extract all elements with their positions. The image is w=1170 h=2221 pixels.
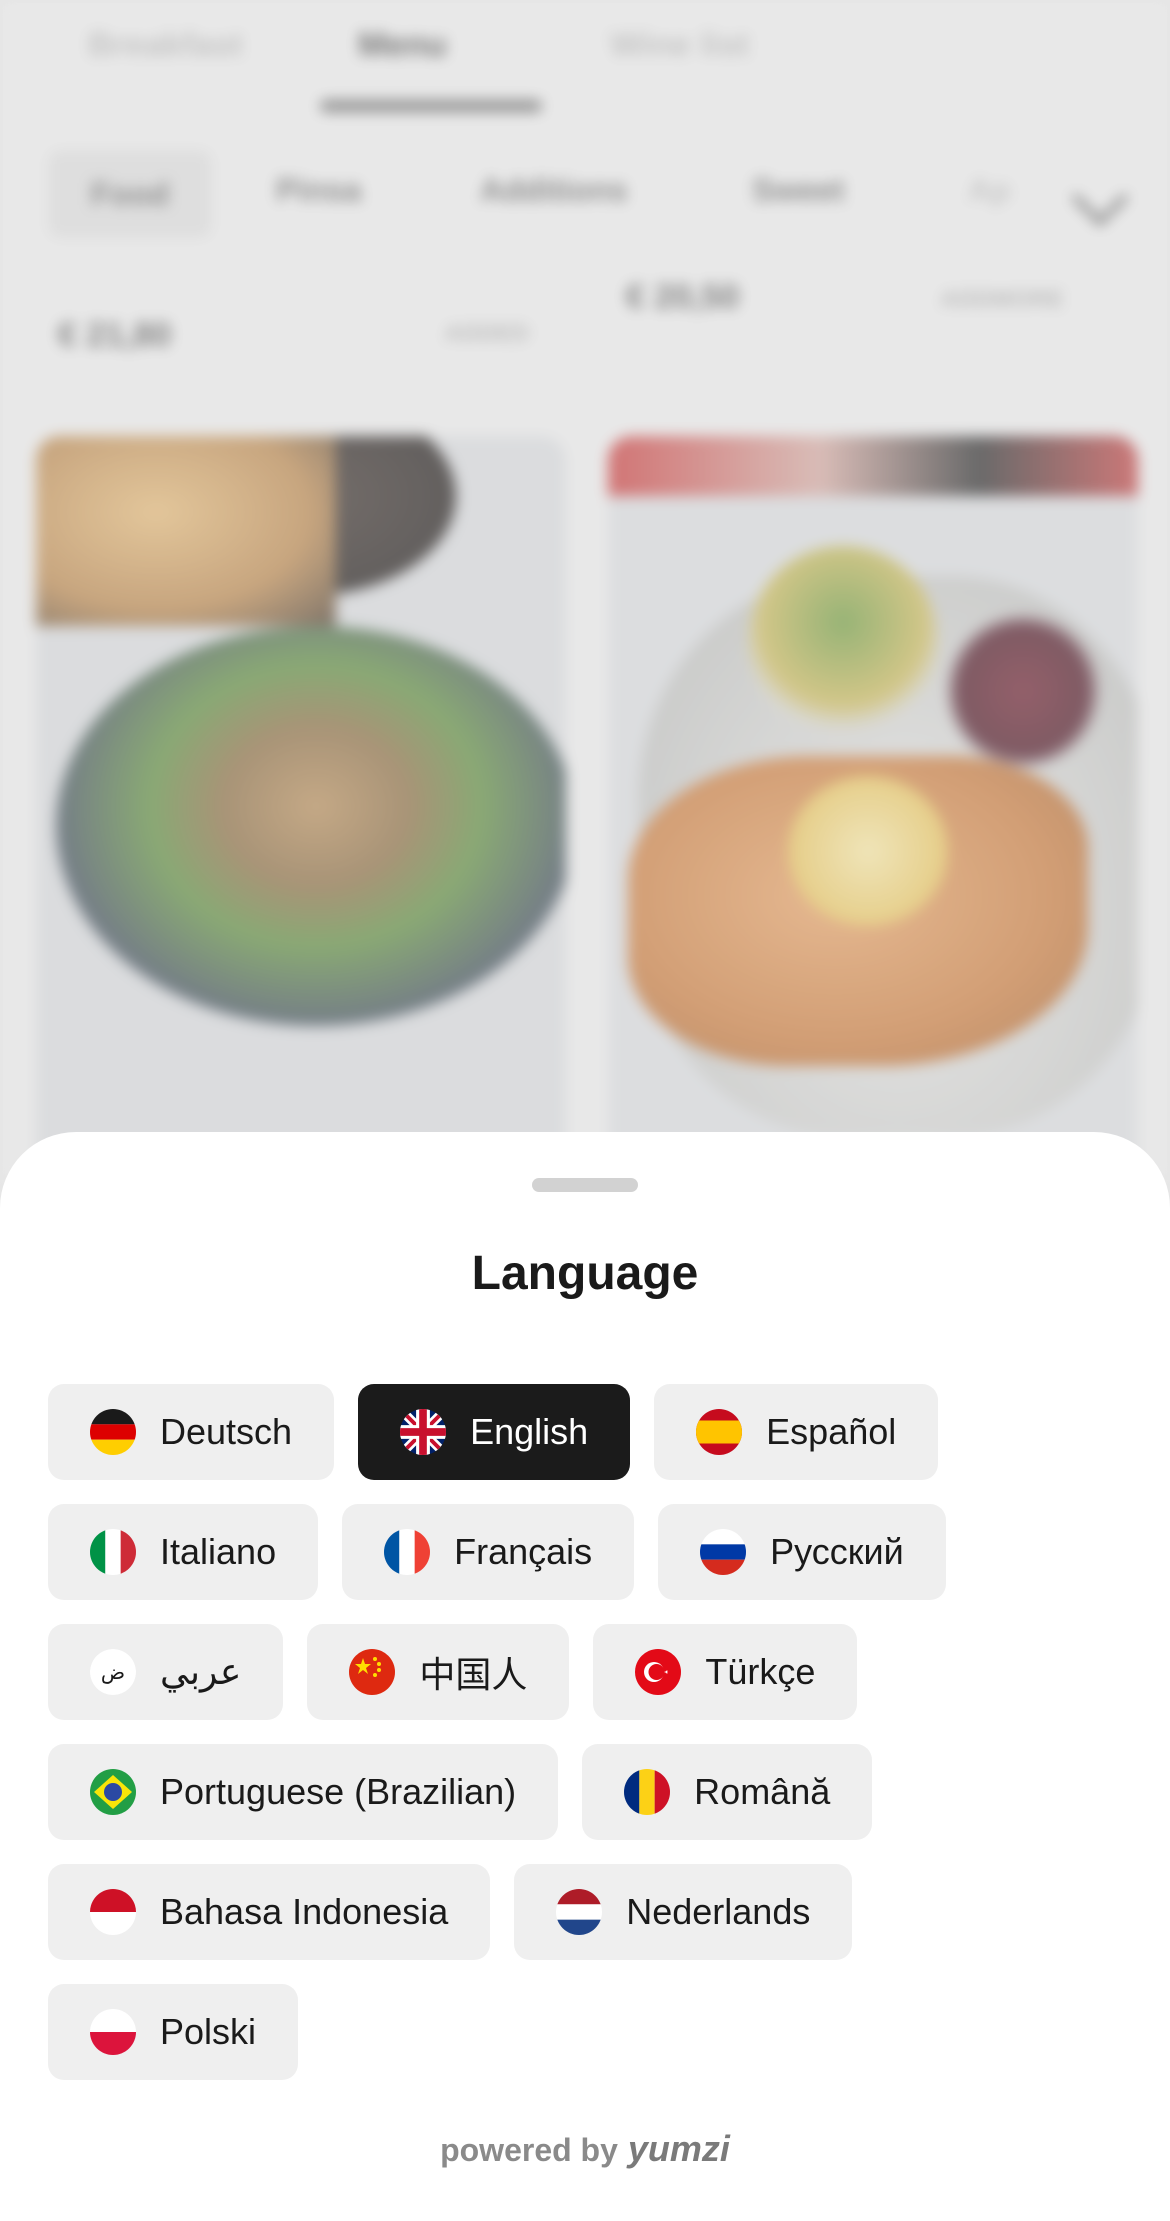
language-label: Italiano <box>160 1531 277 1572</box>
language-label: Nederlands <box>626 1891 811 1932</box>
language-option-russian[interactable]: Русский <box>658 1504 946 1600</box>
it-flag-icon <box>90 1529 136 1575</box>
backdrop-overlay[interactable] <box>0 0 1170 1180</box>
sheet-title: Language <box>471 1247 699 1300</box>
language-label: 中国人 <box>419 1654 528 1695</box>
language-option-bahasa-indonesia[interactable]: Bahasa Indonesia <box>48 1864 491 1960</box>
de-flag-icon <box>90 1409 136 1455</box>
powered-by-label: powered by <box>440 2132 618 2168</box>
language-label: Bahasa Indonesia <box>160 1891 449 1932</box>
language-option-polski[interactable]: Polski <box>48 1984 299 2080</box>
ro-flag-icon <box>624 1769 671 1815</box>
pl-flag-icon <box>90 2009 136 2055</box>
br-flag-icon <box>90 1769 136 1815</box>
language-label: Deutsch <box>160 1411 293 1452</box>
cn-flag-icon <box>349 1649 396 1695</box>
id-flag-icon <box>90 1889 136 1935</box>
nl-flag-icon <box>556 1889 603 1935</box>
language-option-francais[interactable]: Français <box>342 1504 635 1600</box>
language-option-portuguese-brazilian[interactable]: Portuguese (Brazilian) <box>48 1744 559 1840</box>
language-option-romana[interactable]: Română <box>582 1744 873 1840</box>
ru-flag-icon <box>700 1529 747 1575</box>
language-label: Portuguese (Brazilian) <box>160 1771 517 1812</box>
language-option-deutsch[interactable]: Deutsch <box>48 1384 335 1480</box>
language-label: Français <box>454 1531 593 1572</box>
language-option-chinese[interactable]: 中国人 <box>307 1624 570 1720</box>
language-option-italiano[interactable]: Italiano <box>48 1504 319 1600</box>
language-option-espanol[interactable]: Español <box>654 1384 939 1480</box>
language-option-turkce[interactable]: Türkçe <box>593 1624 858 1720</box>
tr-flag-icon <box>635 1649 682 1695</box>
language-label: عربي <box>160 1651 242 1692</box>
drag-handle[interactable] <box>532 1178 638 1192</box>
yumzi-logo[interactable]: yumzi <box>628 2128 730 2169</box>
language-list: Deutsch English Español Italiano Françai… <box>48 1384 1128 2104</box>
language-sheet: Language Deutsch English Español Italian… <box>0 1132 1170 2221</box>
language-option-english[interactable]: English <box>358 1384 631 1480</box>
language-label: Polski <box>160 2011 257 2052</box>
language-label: Español <box>766 1411 897 1452</box>
language-label: Русский <box>770 1531 904 1572</box>
gb-flag-icon <box>400 1409 447 1455</box>
language-label: English <box>470 1411 589 1452</box>
es-flag-icon <box>696 1409 743 1455</box>
language-label: Română <box>694 1771 831 1812</box>
ar-icon: ض <box>90 1649 136 1695</box>
language-label: Türkçe <box>705 1651 816 1692</box>
fr-flag-icon <box>384 1529 431 1575</box>
language-option-nederlands[interactable]: Nederlands <box>514 1864 853 1960</box>
language-option-arabic[interactable]: ض عربي <box>48 1624 284 1720</box>
svg-text:ض: ض <box>101 1660 125 1684</box>
powered-by-footer: powered by yumzi <box>0 2128 1170 2170</box>
